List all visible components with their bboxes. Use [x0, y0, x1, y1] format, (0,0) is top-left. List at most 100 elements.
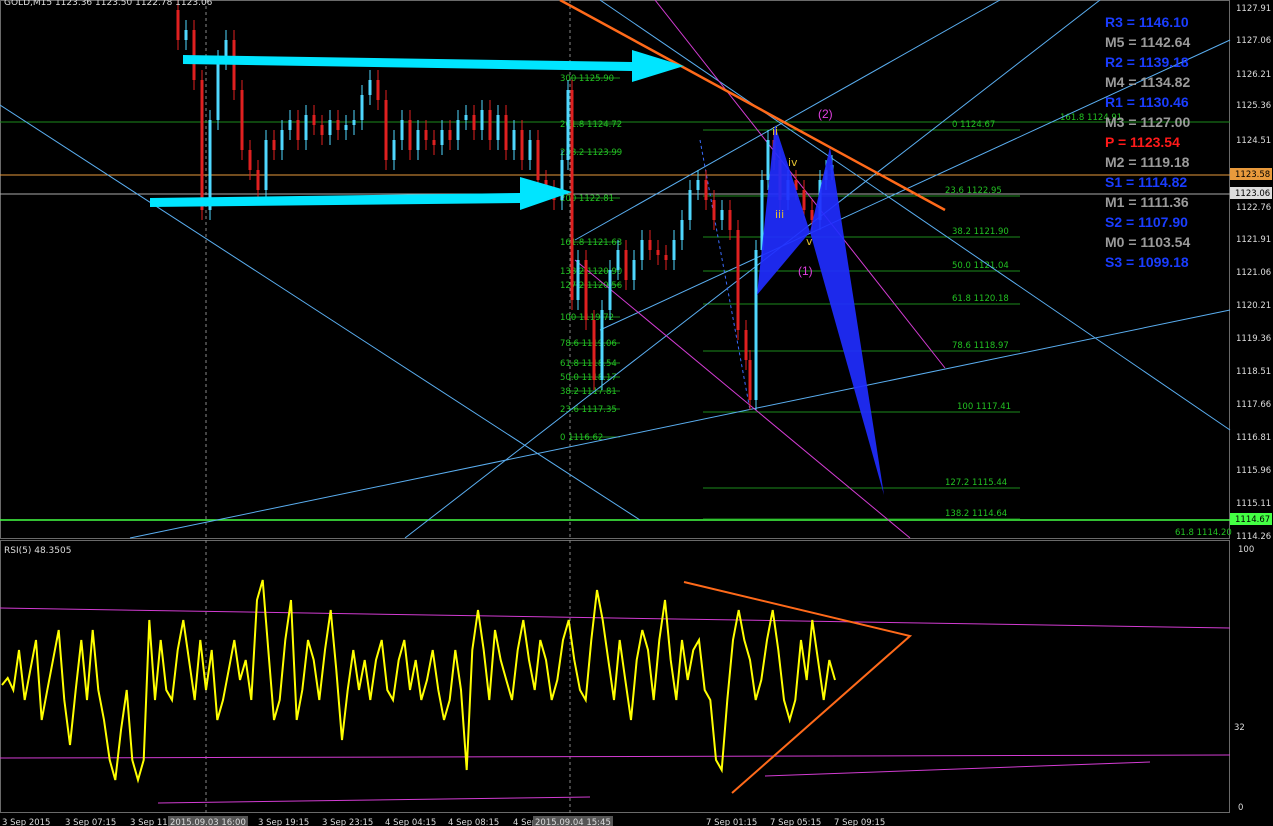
candle-body — [616, 250, 620, 270]
candle-body — [810, 210, 814, 220]
rsi-support-line[interactable] — [764, 761, 1151, 777]
price-axis-label: 1115.96 — [1236, 466, 1271, 476]
candle-body — [360, 95, 364, 120]
candle-body — [520, 130, 524, 160]
candle-body — [728, 210, 732, 230]
pivot-label: S2 = 1107.90 — [1105, 214, 1188, 230]
time-marker-right: 2015.09.04 15:45 — [535, 818, 611, 826]
rsi-bottom-line[interactable] — [157, 796, 591, 804]
fib-right-label: 38.2 1121.90 — [952, 227, 1009, 237]
candle-body — [240, 90, 244, 150]
time-axis-label: 7 Sep 05:15 — [770, 818, 821, 826]
wave-label-iii: iii — [775, 208, 784, 221]
rsi-panel-frame — [0, 540, 1230, 813]
candle-body — [536, 140, 540, 180]
rsi-panel[interactable]: 100 32 0 — [0, 545, 1254, 813]
bid-price-value: 1123.06 — [1235, 189, 1270, 199]
wave-label-v: v — [806, 235, 813, 248]
rsi-lower-channel[interactable] — [0, 754, 1231, 759]
candle-body — [408, 120, 412, 150]
candle-body — [368, 80, 372, 95]
time-axis-label: 3 Sep 2015 — [2, 818, 50, 826]
candle-body — [696, 180, 700, 190]
pivot-label: M1 = 1111.36 — [1105, 194, 1189, 210]
time-axis-label: 4 Sep 08:15 — [448, 818, 499, 826]
rsi-axis-bottom: 0 — [1238, 803, 1243, 813]
pivot-label: M0 = 1103.54 — [1105, 234, 1190, 250]
candle-body — [720, 210, 724, 220]
candle-body — [416, 130, 420, 150]
candle-body — [672, 240, 676, 260]
fib-right-label: 127.2 1115.44 — [945, 478, 1007, 488]
pivot-label: R2 = 1139.18 — [1105, 54, 1189, 70]
fib-right-label: 138.2 1114.64 — [945, 509, 1007, 519]
wave-label-ii: ii — [772, 125, 778, 138]
time-axis-label: 3 Sep 23:15 — [322, 818, 373, 826]
rsi-title: RSI(5) 48.3505 — [4, 546, 71, 556]
fib-right-label: 23.6 1122.95 — [945, 186, 1002, 196]
candle-body — [448, 130, 452, 140]
pivot-label: M2 = 1119.18 — [1105, 154, 1190, 170]
support-price-value: 1114.67 — [1235, 515, 1270, 525]
wave-label-1: (1) — [798, 264, 813, 278]
pivot-label: S1 = 1114.82 — [1105, 174, 1187, 190]
harmonic-pattern-projection[interactable] — [810, 147, 884, 495]
fib-right-label: 61.8 1120.18 — [952, 294, 1009, 304]
fib-right-label: 78.6 1118.97 — [952, 341, 1009, 351]
candle-body — [464, 115, 468, 120]
candle-body — [648, 240, 652, 250]
price-axis-label: 1119.36 — [1236, 334, 1271, 344]
candle-body — [748, 360, 752, 400]
candle-body — [384, 100, 388, 160]
candle-body — [424, 130, 428, 140]
candle-body — [288, 120, 292, 130]
price-axis-label: 1118.51 — [1236, 367, 1271, 377]
candle-body — [376, 80, 380, 100]
fib-left-label: 61.8 1118.54 — [560, 359, 617, 369]
time-axis-label: 7 Sep 01:15 — [706, 818, 757, 826]
candle-body — [754, 250, 758, 400]
candle-body — [488, 110, 492, 140]
candle-body — [272, 140, 276, 150]
fib-right-label: 100 1117.41 — [957, 402, 1011, 412]
candle-body — [336, 120, 340, 130]
candle-body — [570, 90, 574, 300]
price-axis-label: 1127.06 — [1236, 36, 1271, 46]
channel-line[interactable] — [0, 104, 641, 521]
candle-body — [712, 200, 716, 220]
chart-canvas[interactable]: 0 1124.67 23.6 1122.95 38.2 1121.90 50.0 11… — [0, 0, 1273, 826]
chart-title: GOLD,M15 1123.36 1123.50 1122.78 1123.06 — [4, 0, 213, 8]
fib-right-label: 0 1124.67 — [952, 120, 995, 130]
candle-body — [640, 240, 644, 260]
price-axis-label: 1125.36 — [1236, 101, 1271, 111]
candle-body — [736, 230, 740, 330]
candle-body — [744, 330, 748, 360]
time-axis: 3 Sep 2015 3 Sep 07:15 3 Sep 11:15 3 Sep 19… — [2, 818, 885, 826]
resistance-trendline[interactable] — [559, 0, 946, 212]
current-price-value: 1123.58 — [1235, 170, 1270, 180]
candle-body — [504, 115, 508, 150]
candle-body — [312, 115, 316, 125]
pivot-label: M4 = 1134.82 — [1105, 74, 1190, 90]
candle-body — [472, 115, 476, 130]
candle-body — [320, 125, 324, 135]
candle-body — [392, 140, 396, 160]
fib-left-label: 50.0 1118.17 — [560, 373, 617, 383]
pivot-label: M3 = 1127.00 — [1105, 114, 1190, 130]
fib-left-label: 23.6 1117.35 — [560, 405, 617, 415]
candle-body — [600, 310, 604, 380]
candle-body — [680, 220, 684, 240]
candle-body — [608, 270, 612, 310]
candle-body — [496, 115, 500, 140]
price-axis: 1127.91 1127.06 1126.21 1125.36 1124.51 1123.… — [1236, 4, 1271, 542]
price-axis-label: 1115.11 — [1236, 499, 1271, 509]
price-axis-label: 1124.51 — [1236, 136, 1271, 146]
candle-body — [184, 30, 188, 40]
candle-body — [512, 130, 516, 150]
channel-line[interactable] — [129, 309, 1231, 539]
candle-body — [440, 130, 444, 145]
fib-left-label: 78.6 1119.06 — [560, 339, 617, 349]
price-axis-label: 1122.76 — [1236, 203, 1271, 213]
candle-body — [664, 255, 668, 260]
price-axis-label: 1120.21 — [1236, 301, 1271, 311]
